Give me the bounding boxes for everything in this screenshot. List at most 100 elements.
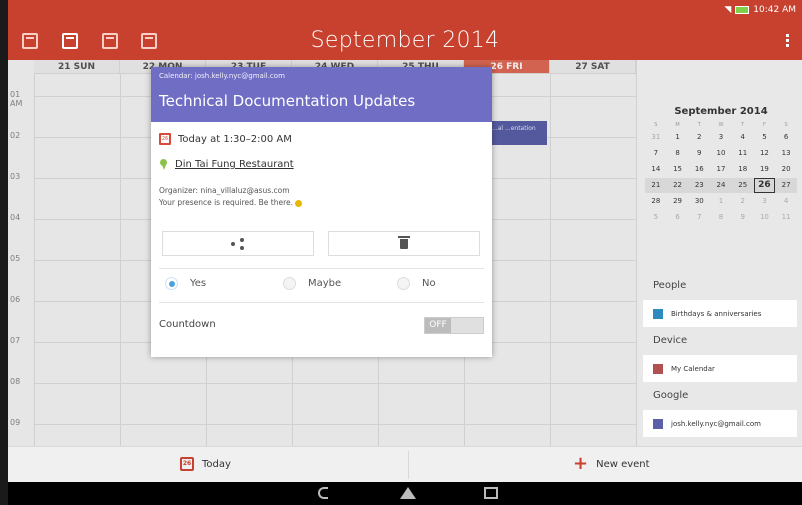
plus-icon: + xyxy=(573,453,589,474)
mini-day[interactable]: 10 xyxy=(754,210,776,225)
event-time: Today at 1:30–2:00 AM xyxy=(178,133,292,145)
mini-day[interactable]: 2 xyxy=(688,130,710,145)
event-note: Your presence is required. Be there. xyxy=(159,198,294,207)
mini-day[interactable]: 2 xyxy=(732,194,754,209)
mini-day[interactable]: 24 xyxy=(710,178,732,193)
calendar-item-google[interactable]: josh.kelly.nyc@gmail.com xyxy=(643,410,797,437)
mini-day[interactable]: 13 xyxy=(775,146,797,161)
side-panel: September 2014 SMTWTFS 31 1 2 3 4 5 6 7 8 9 10 11 12… xyxy=(636,60,802,446)
back-icon[interactable] xyxy=(318,487,328,499)
mini-day[interactable]: 25 xyxy=(731,178,754,193)
mini-day[interactable]: 7 xyxy=(688,210,710,225)
mini-day[interactable]: 16 xyxy=(688,162,710,177)
divider xyxy=(159,268,484,269)
mini-day[interactable]: 12 xyxy=(754,146,776,161)
calendar-item-my-calendar[interactable]: My Calendar xyxy=(643,355,797,382)
home-icon[interactable] xyxy=(400,487,416,499)
mini-day[interactable]: 8 xyxy=(710,210,732,225)
mini-day[interactable]: 4 xyxy=(775,194,797,209)
new-event-button[interactable]: + New event xyxy=(573,453,650,474)
rsvp-label: No xyxy=(422,278,436,289)
share-icon xyxy=(231,238,245,250)
calendar-icon: 26 xyxy=(180,457,194,471)
bottom-bar: 26 Today + New event xyxy=(8,446,802,482)
event-location-row[interactable]: Din Tai Fung Restaurant xyxy=(159,159,294,170)
today-label: Today xyxy=(202,458,231,470)
mini-day[interactable]: 5 xyxy=(645,210,667,225)
event-details: Organizer: nina_villaluz@asus.com Your p… xyxy=(159,185,303,209)
mini-day[interactable]: 4 xyxy=(732,130,754,145)
mini-day[interactable]: 19 xyxy=(754,162,776,177)
mini-day[interactable]: 11 xyxy=(732,146,754,161)
mini-weekday: T xyxy=(697,122,701,128)
delete-button[interactable] xyxy=(328,231,480,256)
mini-weekdays: SMTWTFS xyxy=(645,122,797,128)
overflow-menu-icon[interactable] xyxy=(786,34,790,48)
calendar-color-swatch xyxy=(653,363,663,374)
mini-day[interactable]: 30 xyxy=(688,194,710,209)
mini-day[interactable]: 31 xyxy=(645,130,667,145)
mini-day[interactable]: 9 xyxy=(732,210,754,225)
mini-day[interactable]: 17 xyxy=(710,162,732,177)
device-section-title: Device xyxy=(653,335,688,346)
mini-day[interactable]: 29 xyxy=(667,194,689,209)
action-bar: September 2014 xyxy=(8,22,802,60)
radio-icon xyxy=(283,277,296,290)
mini-weekday: F xyxy=(762,122,766,128)
rsvp-no[interactable]: No xyxy=(379,277,489,290)
location-pin-icon xyxy=(159,159,168,170)
today-button[interactable]: 26 Today xyxy=(180,457,231,471)
mini-day[interactable]: 28 xyxy=(645,194,667,209)
mini-weekday: S xyxy=(784,122,788,128)
event-location-link[interactable]: Din Tai Fung Restaurant xyxy=(175,159,294,170)
event-time-row: 26 Today at 1:30–2:00 AM xyxy=(159,133,292,145)
mini-day[interactable]: 1 xyxy=(710,194,732,209)
rsvp-yes[interactable]: Yes xyxy=(159,277,269,290)
mini-day[interactable]: 3 xyxy=(754,194,776,209)
countdown-toggle[interactable]: OFF xyxy=(424,317,484,334)
calendar-item-birthdays[interactable]: Birthdays & anniversaries xyxy=(643,300,797,327)
calendar-color-swatch xyxy=(653,418,663,429)
calendar-icon: 26 xyxy=(159,133,171,145)
mini-day[interactable]: 10 xyxy=(710,146,732,161)
mini-day[interactable]: 9 xyxy=(688,146,710,161)
mini-day[interactable]: 5 xyxy=(754,130,776,145)
mini-day[interactable]: 7 xyxy=(645,146,667,161)
mini-day[interactable]: 15 xyxy=(667,162,689,177)
mini-day[interactable]: 6 xyxy=(775,130,797,145)
rsvp-options: Yes Maybe No xyxy=(159,277,489,290)
mini-day[interactable]: 27 xyxy=(775,178,797,193)
mini-day[interactable]: 21 xyxy=(645,178,667,193)
system-nav-bar xyxy=(8,482,802,505)
mini-day[interactable]: 14 xyxy=(645,162,667,177)
mini-day[interactable]: 23 xyxy=(688,178,711,193)
mini-day[interactable]: 3 xyxy=(710,130,732,145)
mini-weekday: T xyxy=(741,122,745,128)
share-button[interactable] xyxy=(162,231,314,256)
mini-calendar-title: September 2014 xyxy=(674,106,768,117)
mini-day[interactable]: 18 xyxy=(732,162,754,177)
status-time: 10:42 AM xyxy=(753,5,796,15)
mini-day[interactable]: 6 xyxy=(667,210,689,225)
mini-day[interactable]: 11 xyxy=(775,210,797,225)
calendar-color-swatch xyxy=(653,308,663,319)
mini-weekday: W xyxy=(718,122,724,128)
mini-day[interactable]: 1 xyxy=(667,130,689,145)
mini-weekday: M xyxy=(675,122,680,128)
mini-day[interactable]: 22 xyxy=(666,178,689,193)
mini-calendar: September 2014 SMTWTFS 31 1 2 3 4 5 6 7 8 9 10 11 12… xyxy=(645,106,797,225)
radio-icon xyxy=(397,277,410,290)
recent-apps-icon[interactable] xyxy=(484,487,498,499)
page-title: September 2014 xyxy=(310,28,500,53)
mini-day[interactable]: 20 xyxy=(775,162,797,177)
calendar-item-label: Birthdays & anniversaries xyxy=(671,309,762,318)
mini-day[interactable]: 26 xyxy=(753,178,776,193)
people-section-title: People xyxy=(653,280,687,291)
rsvp-label: Yes xyxy=(190,278,207,289)
wifi-icon: ◥ xyxy=(724,5,732,15)
mini-day[interactable]: 8 xyxy=(667,146,689,161)
rsvp-maybe[interactable]: Maybe xyxy=(269,277,379,290)
event-title: Technical Documentation Updates xyxy=(159,92,416,110)
calendar-app: ◥ 10:42 AM September 2014 21 SUN22 MON23… xyxy=(8,0,802,505)
battery-icon xyxy=(735,6,750,14)
